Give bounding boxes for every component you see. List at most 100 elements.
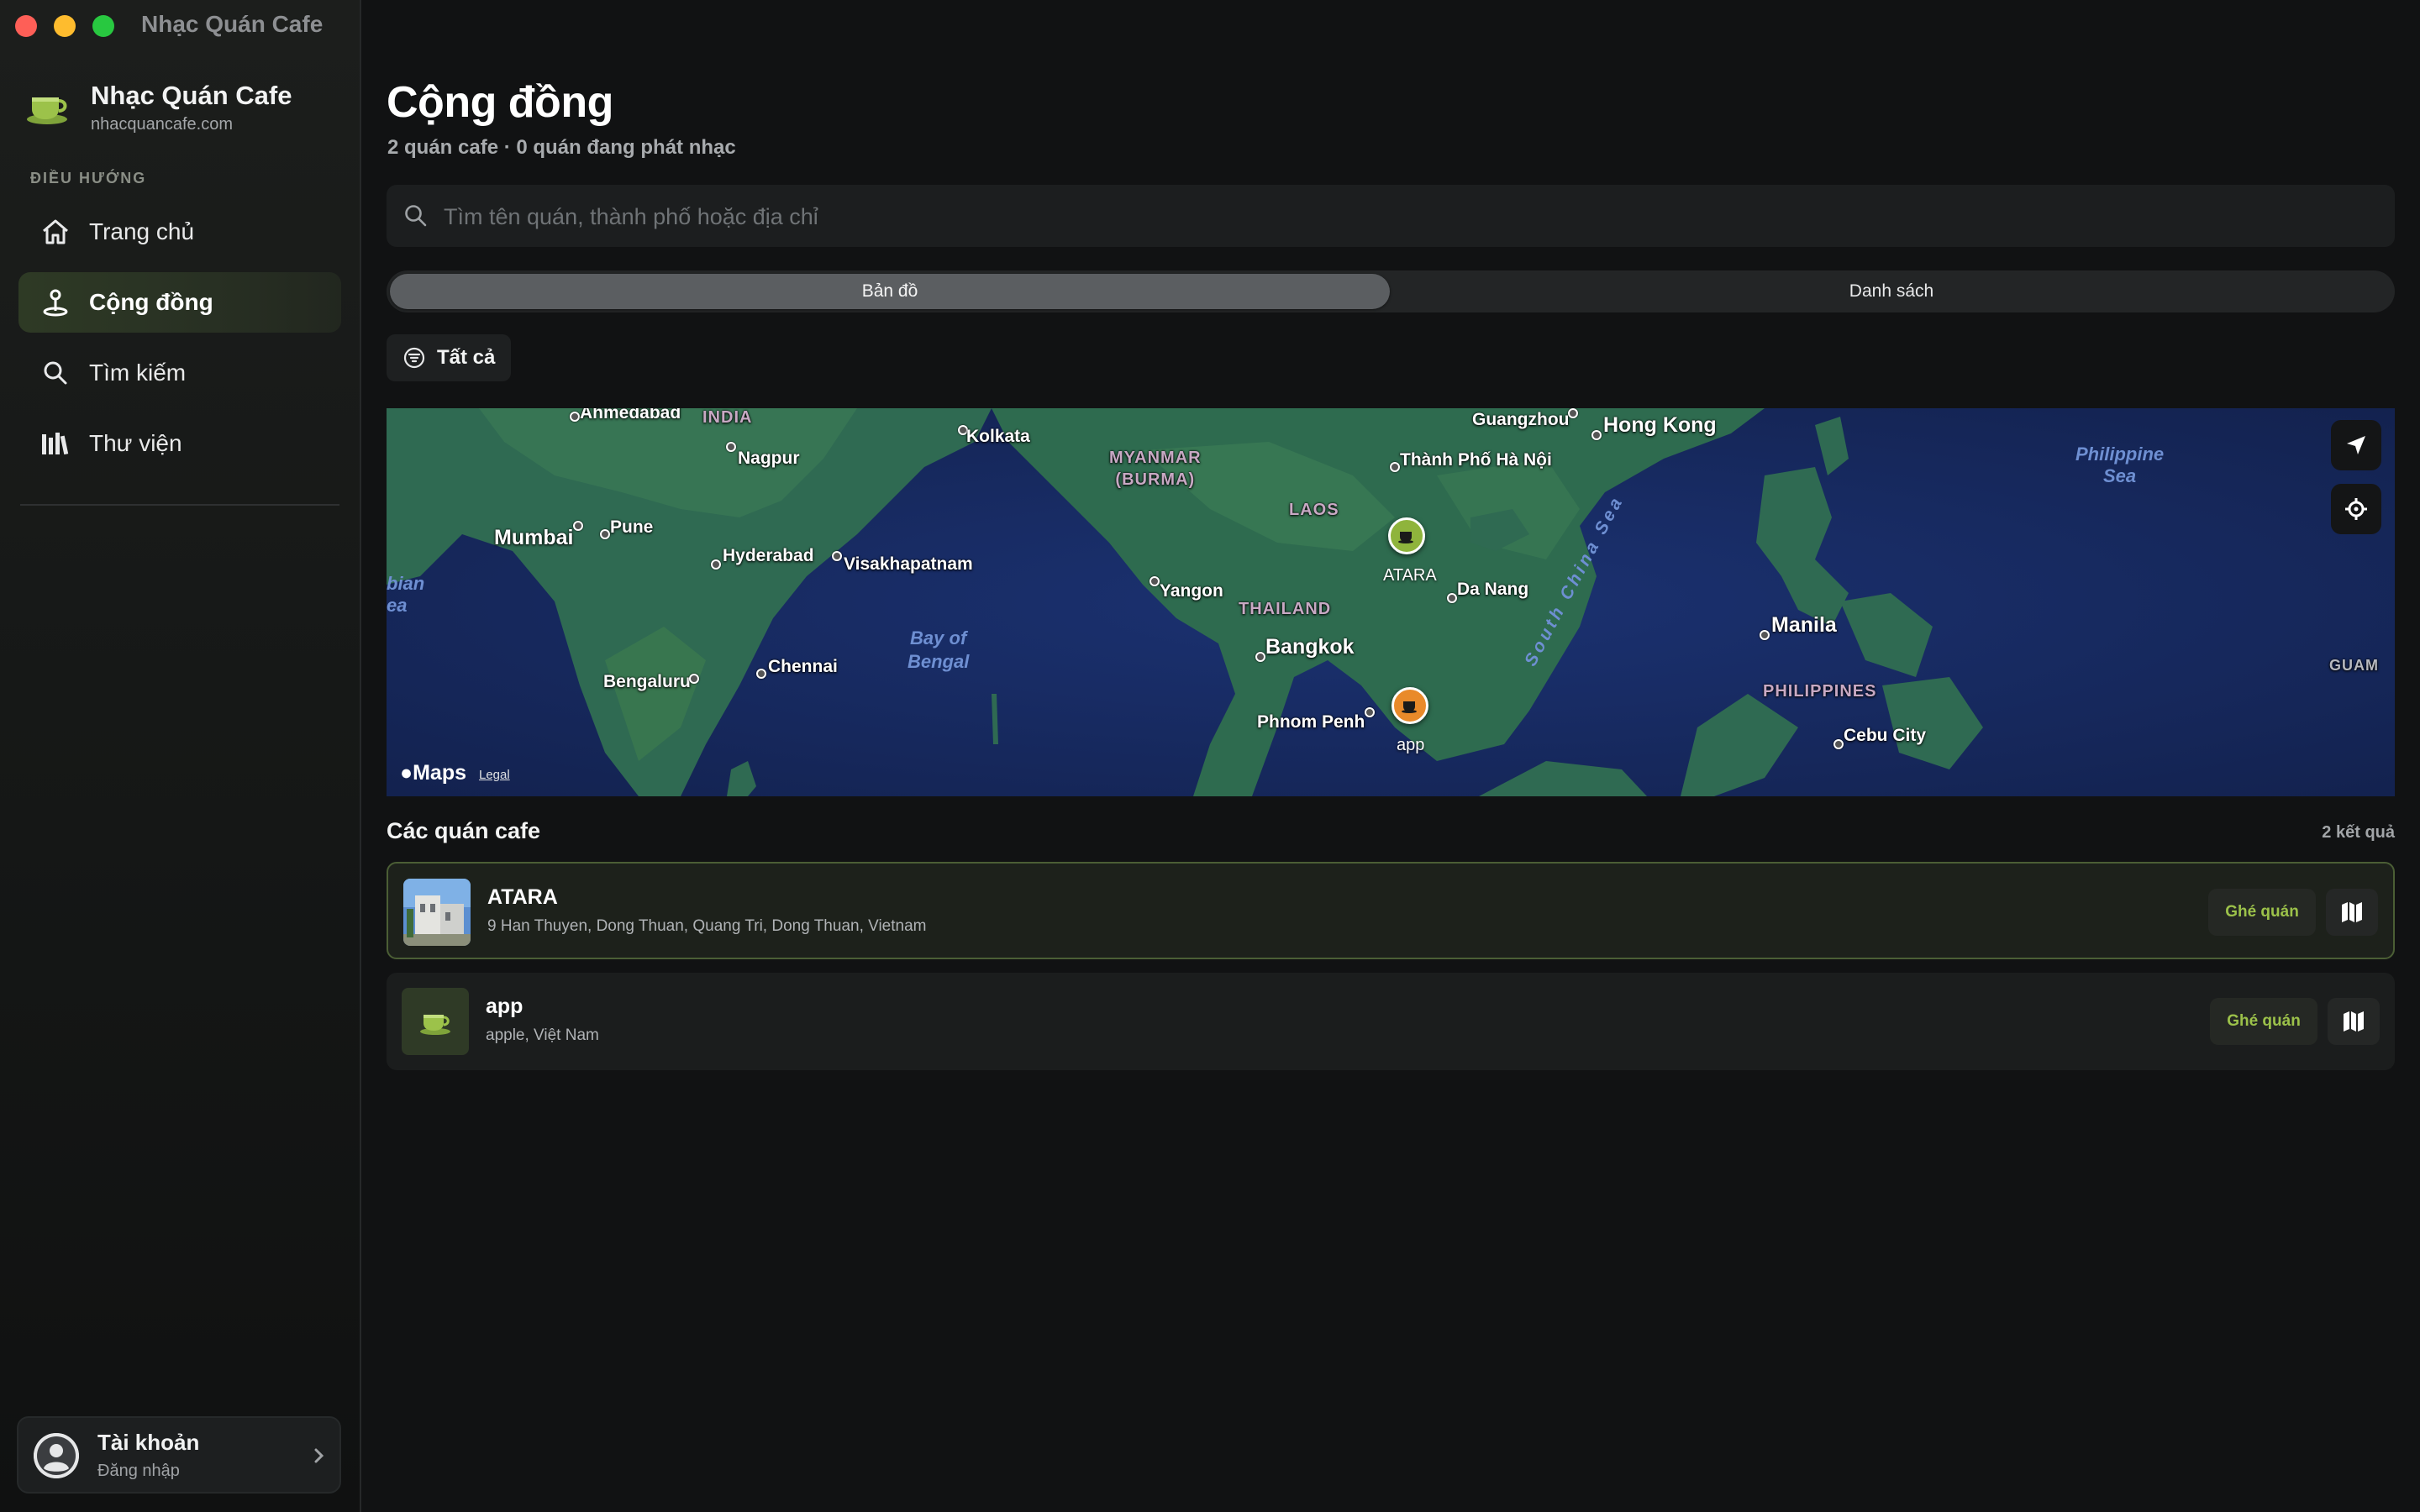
map-label-myanmar: MYANMAR (BURMA)	[1109, 449, 1202, 489]
city-dot	[570, 412, 580, 422]
legal-link[interactable]: Legal	[479, 768, 510, 782]
map-pin-app[interactable]	[1392, 687, 1428, 724]
sidebar-item-label: Tìm kiếm	[89, 360, 187, 386]
house-icon	[39, 215, 72, 249]
titlebar: Nhạc Quán Cafe	[0, 0, 2420, 54]
cafe-name: app	[486, 995, 523, 1018]
city-dot	[1447, 593, 1457, 603]
search-icon	[39, 356, 72, 390]
city-dot	[1255, 652, 1265, 662]
map-label-hanoi: Thành Phố Hà Nội	[1400, 450, 1552, 470]
view-mode-toggle: Bản đồ Danh sách	[387, 270, 2395, 312]
cafe-thumbnail	[403, 879, 471, 946]
map-label-yangon: Yangon	[1160, 581, 1223, 601]
map-label-bangkok: Bangkok	[1265, 635, 1355, 659]
coffee-cup-icon	[1398, 532, 1413, 543]
close-window-button[interactable]	[15, 15, 37, 37]
map-pin-label: ATARA	[1383, 566, 1437, 585]
city-dot	[1150, 576, 1160, 586]
city-dot	[600, 529, 610, 539]
show-on-map-button[interactable]	[2326, 889, 2378, 936]
sidebar-item-community[interactable]: Cộng đồng	[18, 272, 341, 333]
map-label-philippines: PHILIPPINES	[1763, 682, 1877, 701]
minimize-window-button[interactable]	[54, 15, 76, 37]
city-dot	[1591, 430, 1602, 440]
sidebar-item-search[interactable]: Tìm kiếm	[18, 343, 341, 403]
sidebar-item-library[interactable]: Thư viện	[18, 413, 341, 474]
city-dot	[1760, 630, 1770, 640]
filter-all-button[interactable]: Tất cả	[387, 334, 511, 381]
account-button[interactable]: Tài khoản Đăng nhập	[17, 1416, 341, 1494]
map-label-mumbai: Mumbai	[494, 526, 574, 549]
sidebar-item-label: Trang chủ	[89, 218, 195, 244]
map-icon	[2344, 1011, 2364, 1032]
cafe-row-atara[interactable]: ATARA 9 Han Thuyen, Dong Thuan, Quang Tr…	[387, 862, 2395, 959]
sidebar-divider	[20, 504, 339, 506]
sidebar-item-label: Cộng đồng	[89, 289, 213, 315]
map-label-bengaluru: Bengaluru	[603, 672, 691, 691]
cafe-thumbnail	[402, 988, 469, 1055]
filter-label: Tất cả	[437, 346, 496, 369]
avatar	[34, 1433, 79, 1478]
account-subtitle: Đăng nhập	[97, 1462, 180, 1480]
location-arrow-button[interactable]	[2331, 420, 2381, 470]
tab-map[interactable]: Bản đồ	[390, 274, 1390, 309]
map-pin-atara[interactable]	[1388, 517, 1425, 554]
visit-cafe-button[interactable]: Ghé quán	[2210, 998, 2317, 1045]
map-label-hong-kong: Hong Kong	[1603, 413, 1717, 437]
sidebar-item-home[interactable]: Trang chủ	[18, 202, 341, 262]
city-dot	[756, 669, 766, 679]
map-label-hyderabad: Hyderabad	[723, 546, 814, 565]
map-label-phnom-penh: Phnom Penh	[1257, 712, 1365, 732]
city-dot	[711, 559, 721, 570]
coffee-cup-icon	[420, 1015, 450, 1035]
page-title: Cộng đồng	[387, 78, 613, 127]
sidebar: Nhạc Quán Cafe nhacquancafe.com ĐIỀU HƯỚ…	[0, 0, 361, 1512]
city-dot	[726, 442, 736, 452]
cafe-address: 9 Han Thuyen, Dong Thuan, Quang Tri, Don…	[487, 917, 927, 935]
map-label-philippine-sea: Philippine Sea	[2075, 444, 2165, 486]
search-input[interactable]	[442, 193, 2378, 240]
maps-label: Maps	[413, 761, 467, 785]
map-label-nagpur: Nagpur	[738, 449, 800, 468]
location-arrow-icon	[2347, 436, 2365, 454]
maximize-window-button[interactable]	[92, 15, 114, 37]
map-label-laos: LAOS	[1289, 501, 1339, 519]
city-dot	[1365, 707, 1375, 717]
map-label-bay-of-bengal: Bay of Bengal	[908, 627, 970, 672]
map-label-guam: GUAM	[2329, 657, 2379, 674]
city-dot	[832, 551, 842, 561]
coffee-cup-icon	[27, 97, 67, 124]
map-label-india: INDIA	[702, 408, 753, 427]
map-pin-label: app	[1397, 736, 1425, 754]
brand-name: Nhạc Quán Cafe	[91, 81, 292, 110]
map-label-cebu: Cebu City	[1844, 726, 1927, 745]
map-view[interactable]: Ahmedabad INDIA Kolkata Nagpur Mumbai Pu…	[387, 408, 2395, 796]
account-name: Tài khoản	[97, 1430, 200, 1455]
crosshair-icon	[2345, 498, 2367, 520]
list-title: Các quán cafe	[387, 818, 541, 843]
search-icon	[405, 205, 427, 227]
filter-icon	[403, 347, 425, 369]
chevron-right-icon	[314, 1448, 324, 1463]
map-pin-icon	[39, 286, 72, 319]
search-bar	[387, 185, 2395, 247]
map-label-chennai: Chennai	[768, 657, 838, 676]
cafe-row-app[interactable]: app apple, Việt Nam Ghé quán	[387, 973, 2395, 1070]
map-label-guangzhou: Guangzhou	[1472, 410, 1570, 429]
map-label-visakhapatnam: Visakhapatnam	[844, 554, 973, 574]
tab-list[interactable]: Danh sách	[1392, 274, 2391, 309]
city-dot	[1833, 739, 1844, 749]
page-subtitle: 2 quán cafe · 0 quán đang phát nhạc	[387, 136, 736, 159]
map-label-da-nang: Da Nang	[1457, 580, 1529, 599]
show-on-map-button[interactable]	[2328, 998, 2380, 1045]
map-label-thailand: THAILAND	[1239, 600, 1332, 618]
recenter-button[interactable]	[2331, 484, 2381, 534]
library-icon	[39, 427, 72, 460]
apple-logo-icon: ●	[400, 761, 413, 785]
map-icon	[2342, 902, 2362, 922]
brand-url: nhacquancafe.com	[91, 115, 234, 134]
city-dot	[1390, 462, 1400, 472]
visit-cafe-button[interactable]: Ghé quán	[2208, 889, 2316, 936]
city-dot	[1568, 408, 1578, 418]
